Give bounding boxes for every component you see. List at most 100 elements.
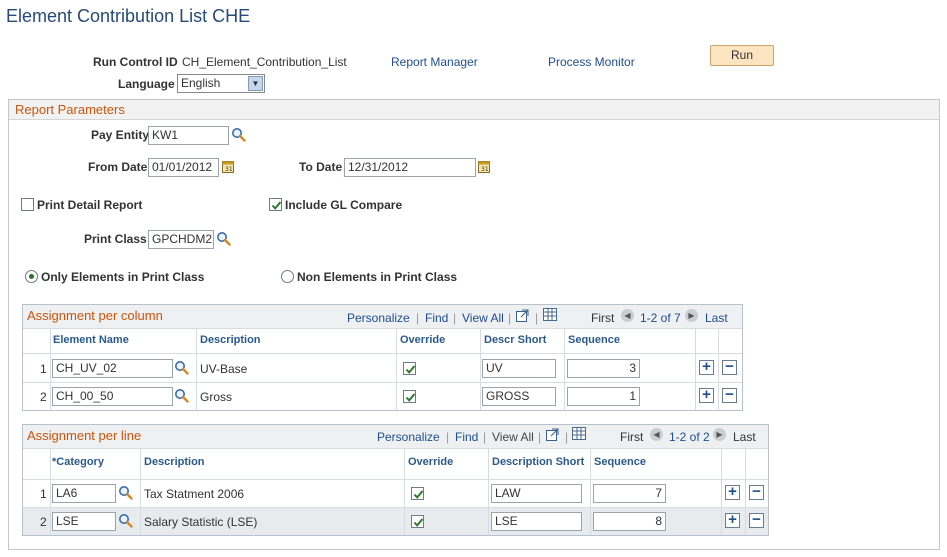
- sequence-input[interactable]: 3: [567, 359, 640, 378]
- lookup-icon[interactable]: [118, 513, 133, 528]
- chevron-down-icon: ▼: [248, 76, 263, 91]
- sequence-input[interactable]: 7: [593, 484, 666, 503]
- delete-row-icon[interactable]: −: [722, 387, 737, 403]
- lookup-icon[interactable]: [174, 360, 189, 375]
- separator: |: [446, 430, 450, 444]
- from-date-input[interactable]: 01/01/2012: [148, 158, 219, 177]
- lookup-icon[interactable]: [231, 127, 246, 142]
- personalize-link[interactable]: Personalize: [347, 311, 410, 325]
- page-title: Element Contribution List CHE: [6, 6, 251, 26]
- override-checkbox[interactable]: [411, 487, 424, 500]
- language-value: English: [181, 76, 221, 90]
- language-label: Language: [118, 77, 175, 91]
- separator: |: [565, 430, 569, 444]
- row-number: 2: [40, 515, 47, 529]
- col-sequence: Sequence: [568, 334, 620, 346]
- override-checkbox[interactable]: [411, 515, 424, 528]
- print-detail-label: Print Detail Report: [37, 198, 143, 212]
- previous-icon[interactable]: ◀: [621, 309, 634, 322]
- add-row-icon[interactable]: +: [725, 484, 740, 500]
- calendar-icon[interactable]: 31: [222, 160, 234, 173]
- separator: |: [535, 311, 539, 325]
- col-override: Override: [408, 456, 454, 468]
- lookup-icon[interactable]: [216, 231, 231, 246]
- non-elements-radio[interactable]: [281, 270, 294, 283]
- lookup-icon[interactable]: [118, 485, 133, 500]
- to-date-input[interactable]: 12/31/2012: [344, 158, 476, 177]
- descr-short-input[interactable]: GROSS: [482, 387, 556, 406]
- last-link[interactable]: Last: [705, 311, 728, 325]
- print-detail-checkbox[interactable]: [21, 198, 34, 211]
- svg-text:31: 31: [481, 166, 489, 173]
- col-description: Description: [144, 456, 205, 468]
- run-control-value: CH_Element_Contribution_List: [182, 55, 347, 69]
- sequence-input[interactable]: 1: [567, 387, 640, 406]
- col-descr-short: Descr Short: [484, 334, 547, 346]
- category-input[interactable]: LSE: [52, 512, 116, 531]
- include-gl-checkbox[interactable]: [269, 198, 282, 211]
- next-icon[interactable]: ▶: [685, 309, 698, 322]
- print-class-label: Print Class: [84, 232, 147, 246]
- find-link[interactable]: Find: [455, 430, 478, 444]
- add-row-icon[interactable]: +: [699, 387, 714, 403]
- category-input[interactable]: LA6: [52, 484, 116, 503]
- add-row-icon[interactable]: +: [699, 359, 714, 375]
- separator: |: [483, 430, 487, 444]
- description-text: Gross: [200, 390, 233, 404]
- new-window-icon[interactable]: [516, 309, 529, 322]
- separator: |: [538, 430, 542, 444]
- run-button[interactable]: Run: [710, 45, 774, 66]
- separator: |: [416, 311, 420, 325]
- element-name-input[interactable]: CH_UV_02: [52, 359, 173, 378]
- pay-entity-label: Pay Entity: [91, 128, 150, 142]
- override-checkbox[interactable]: [403, 390, 416, 403]
- pay-entity-input[interactable]: KW1: [148, 126, 229, 145]
- language-select[interactable]: English ▼: [177, 74, 265, 93]
- view-all-link[interactable]: View All: [462, 311, 504, 325]
- row-range: 1-2 of 2: [669, 430, 710, 444]
- view-all-text: View All: [492, 430, 534, 444]
- delete-row-icon[interactable]: −: [722, 359, 737, 375]
- include-gl-label: Include GL Compare: [285, 198, 403, 212]
- grid-download-icon[interactable]: [572, 427, 586, 440]
- next-icon[interactable]: ▶: [713, 428, 726, 441]
- separator: |: [453, 311, 457, 325]
- previous-icon[interactable]: ◀: [650, 428, 663, 441]
- from-date-label: From Date: [88, 160, 148, 174]
- grid-download-icon[interactable]: [543, 308, 557, 321]
- description-short-input[interactable]: LAW: [491, 484, 582, 503]
- delete-row-icon[interactable]: −: [749, 484, 764, 500]
- sequence-input[interactable]: 8: [593, 512, 666, 531]
- col-override: Override: [400, 334, 446, 346]
- only-elements-radio[interactable]: [25, 270, 38, 283]
- override-checkbox[interactable]: [403, 362, 416, 375]
- col-element-name: Element Name: [53, 334, 129, 346]
- process-monitor-link[interactable]: Process Monitor: [548, 55, 635, 69]
- personalize-link[interactable]: Personalize: [377, 430, 440, 444]
- description-short-input[interactable]: LSE: [491, 512, 582, 531]
- row-range: 1-2 of 7: [640, 311, 681, 325]
- add-row-icon[interactable]: +: [725, 512, 740, 528]
- column-header-row: [23, 329, 742, 352]
- new-window-icon[interactable]: [546, 428, 559, 441]
- find-link[interactable]: Find: [425, 311, 448, 325]
- assignment-per-line-title: Assignment per line: [27, 428, 142, 443]
- report-manager-link[interactable]: Report Manager: [391, 55, 478, 69]
- column-header-row: [23, 449, 768, 478]
- element-name-input[interactable]: CH_00_50: [52, 387, 173, 406]
- svg-text:31: 31: [225, 166, 233, 173]
- col-description-short: Description Short: [492, 456, 585, 468]
- first-label: First: [591, 311, 615, 325]
- lookup-icon[interactable]: [174, 388, 189, 403]
- col-sequence: Sequence: [594, 456, 646, 468]
- description-text: UV-Base: [200, 362, 248, 376]
- descr-short-input[interactable]: UV: [482, 359, 556, 378]
- row-number: 2: [40, 390, 47, 404]
- col-description: Description: [200, 334, 261, 346]
- first-label: First: [620, 430, 644, 444]
- calendar-icon[interactable]: 31: [478, 160, 490, 173]
- to-date-label: To Date: [299, 160, 343, 174]
- delete-row-icon[interactable]: −: [749, 512, 764, 528]
- print-class-input[interactable]: GPCHDM2: [148, 230, 214, 249]
- run-control-label: Run Control ID: [93, 55, 178, 69]
